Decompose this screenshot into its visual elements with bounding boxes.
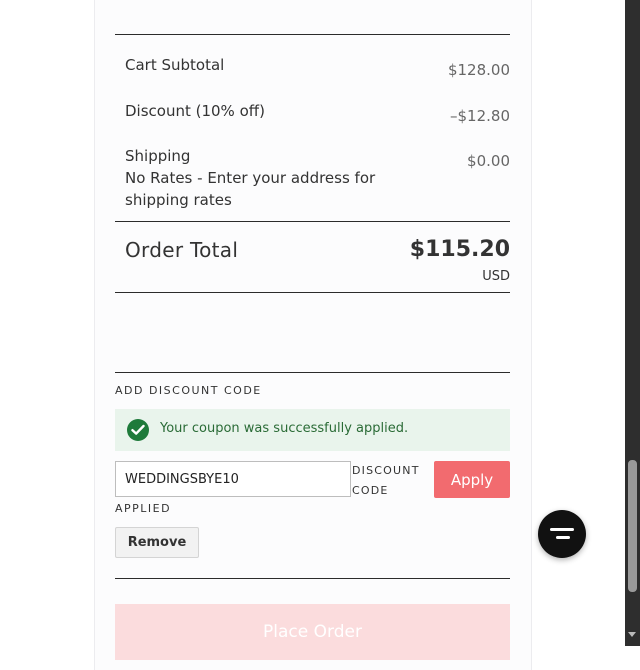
divider-top [115, 34, 510, 35]
subtotal-label: Cart Subtotal [125, 56, 225, 74]
chat-icon [550, 528, 574, 531]
discount-code-input[interactable] [115, 461, 351, 497]
shipping-note: No Rates - Enter your address for shippi… [125, 169, 376, 209]
order-total-label: Order Total [125, 238, 239, 262]
discount-value: –$12.80 [450, 107, 510, 125]
scrollbar-thumb[interactable] [628, 460, 637, 592]
subtotal-value: $128.00 [447, 61, 510, 79]
order-total-value: $115.20 [409, 237, 510, 262]
divider-discount [115, 372, 510, 373]
apply-button[interactable]: Apply [434, 461, 510, 498]
scroll-down-arrow-icon[interactable] [628, 632, 636, 637]
discount-section-title: ADD DISCOUNT CODE [115, 384, 262, 397]
chat-launcher-button[interactable] [538, 510, 586, 558]
check-circle-icon [127, 419, 149, 441]
divider-total-bottom [115, 292, 510, 293]
divider-total-top [115, 221, 510, 222]
shipping-label: Shipping [125, 147, 191, 165]
divider-bottom [115, 578, 510, 579]
place-order-button[interactable]: Place Order [115, 604, 510, 660]
coupon-success-alert: Your coupon was successfully applied. [115, 409, 510, 451]
discount-label: Discount (10% off) [125, 102, 265, 120]
shipping-value: $0.00 [467, 152, 510, 170]
order-total-currency: USD [482, 269, 510, 284]
discount-code-label: DISCOUNT CODE [352, 464, 420, 497]
applied-label: APPLIED [115, 502, 172, 515]
coupon-success-message: Your coupon was successfully applied. [160, 421, 409, 436]
checkout-panel [94, 0, 532, 670]
remove-coupon-button[interactable]: Remove [115, 527, 199, 558]
page-scrollbar[interactable] [625, 0, 640, 646]
